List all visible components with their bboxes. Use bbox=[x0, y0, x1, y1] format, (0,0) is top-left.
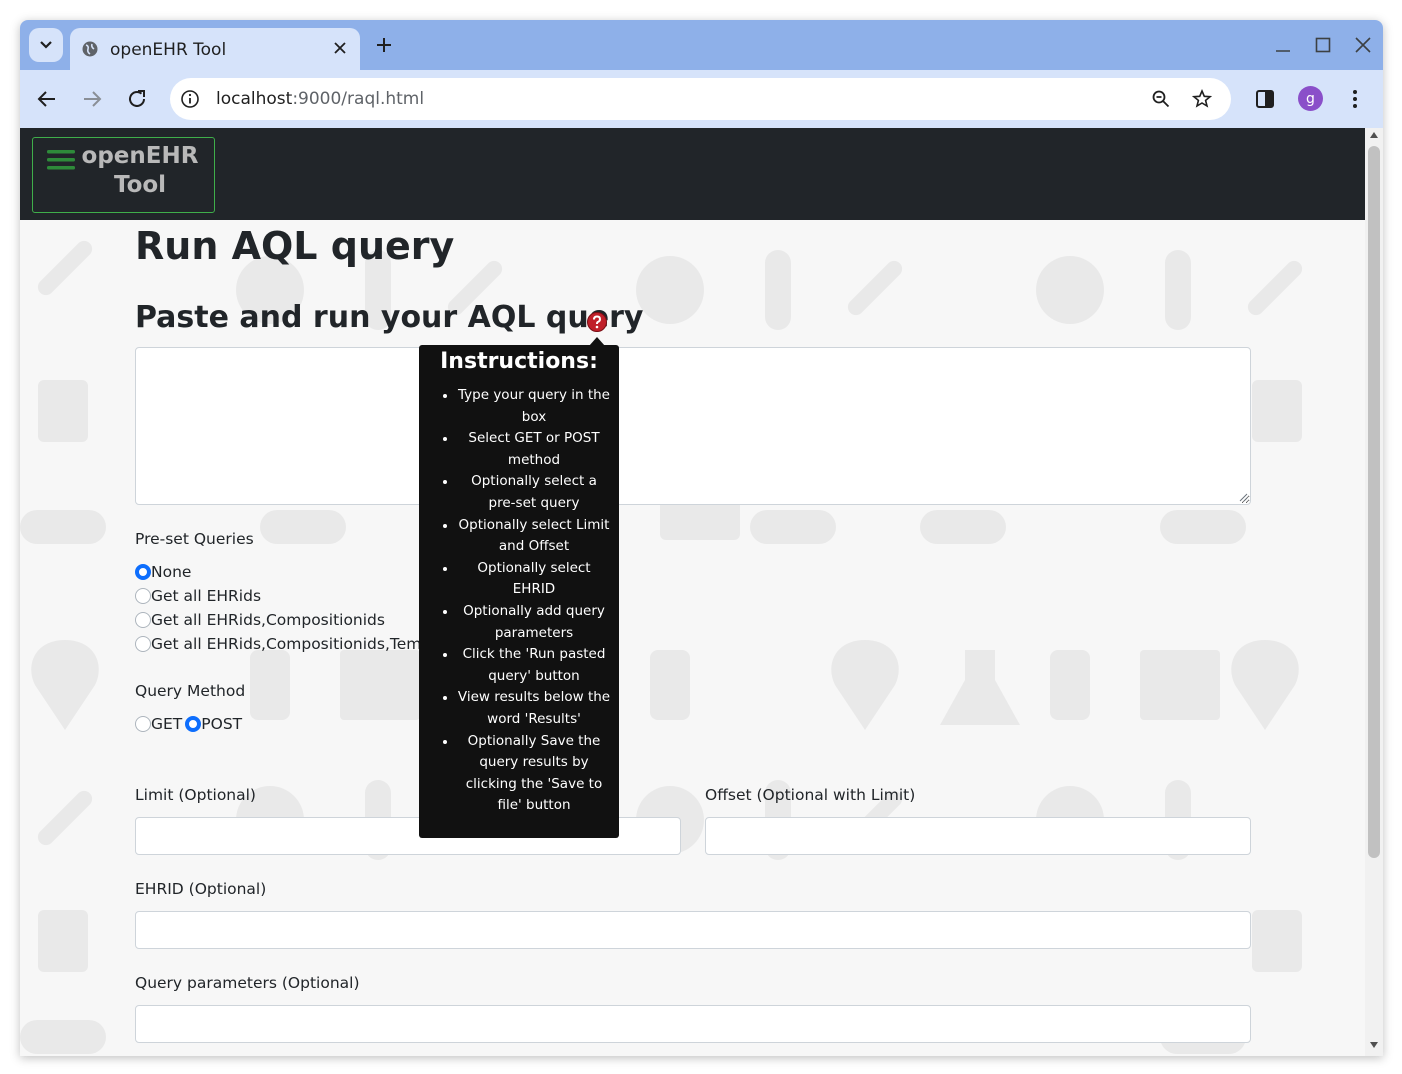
post-radio-button[interactable] bbox=[185, 716, 202, 732]
scroll-down-arrow-icon[interactable] bbox=[1370, 1042, 1378, 1048]
aql-query-textarea[interactable] bbox=[135, 347, 1251, 505]
preset-queries-label: Pre-set Queries bbox=[135, 530, 254, 548]
radio-button[interactable] bbox=[135, 564, 151, 580]
forward-arrow-icon[interactable] bbox=[81, 88, 103, 110]
instructions-tooltip: Instructions: Type your query in the box… bbox=[419, 345, 619, 838]
preset-option-ehrids[interactable]: Get all EHRids bbox=[135, 585, 261, 607]
query-method-label: Query Method bbox=[135, 682, 246, 700]
scrollbar-thumb[interactable] bbox=[1368, 146, 1380, 858]
globe-icon bbox=[82, 41, 98, 57]
get-radio-button[interactable] bbox=[135, 716, 151, 732]
bookmark-star-icon[interactable] bbox=[1192, 89, 1212, 109]
address-bar[interactable]: localhost:9000/raql.html bbox=[170, 78, 1231, 120]
more-menu-icon[interactable] bbox=[1344, 88, 1366, 110]
preset-option-ehrids-compositionids[interactable]: Get all EHRids,Compositionids bbox=[135, 609, 385, 631]
scroll-up-arrow-icon[interactable] bbox=[1370, 132, 1378, 138]
instruction-item: Type your query in the box bbox=[419, 385, 619, 428]
chevron-down-icon bbox=[40, 41, 52, 49]
minimize-icon[interactable] bbox=[1274, 36, 1292, 54]
maximize-icon[interactable] bbox=[1314, 36, 1332, 54]
browser-window: openEHR Tool localhost:9000/raql.html g … bbox=[20, 20, 1383, 1056]
close-window-icon[interactable] bbox=[1354, 36, 1372, 54]
url-path: :9000/raql.html bbox=[292, 89, 425, 109]
back-arrow-icon[interactable] bbox=[36, 88, 58, 110]
offset-label: Offset (Optional with Limit) bbox=[705, 786, 916, 804]
instruction-item: Click the 'Run pasted query' button bbox=[419, 644, 619, 687]
tab-title: openEHR Tool bbox=[110, 40, 227, 60]
site-info-icon[interactable] bbox=[180, 89, 200, 109]
side-panel-icon[interactable] bbox=[1254, 88, 1276, 110]
menu-toggle-button[interactable]: openEHR Tool bbox=[32, 137, 215, 213]
query-parameters-input[interactable] bbox=[135, 1005, 1251, 1043]
instruction-item: Optionally select Limit and Offset bbox=[419, 515, 619, 558]
instruction-item: Optionally select a pre-set query bbox=[419, 471, 619, 514]
tab-search-button[interactable] bbox=[29, 28, 63, 62]
section-title: Paste and run your AQL query bbox=[135, 300, 644, 335]
close-tab-icon[interactable] bbox=[332, 40, 348, 56]
browser-tab[interactable]: openEHR Tool bbox=[70, 28, 360, 70]
new-tab-icon[interactable] bbox=[375, 36, 393, 54]
page-viewport: openEHR Tool Run AQL query Paste and run… bbox=[20, 128, 1365, 1056]
instruction-item: View results below the word 'Results' bbox=[419, 687, 619, 730]
resize-grip-icon[interactable] bbox=[1238, 492, 1248, 502]
hamburger-menu-icon bbox=[47, 150, 75, 170]
page-scrollbar[interactable] bbox=[1365, 128, 1383, 1056]
method-options: GET POST bbox=[135, 713, 242, 735]
radio-label: None bbox=[151, 563, 192, 581]
query-parameters-label: Query parameters (Optional) bbox=[135, 974, 360, 992]
instructions-list: Type your query in the box Select GET or… bbox=[419, 385, 619, 817]
radio-button[interactable] bbox=[135, 612, 151, 628]
url-text: localhost:9000/raql.html bbox=[216, 89, 424, 109]
brand-line-2: Tool bbox=[113, 172, 167, 198]
offset-input[interactable] bbox=[705, 817, 1251, 855]
radio-button[interactable] bbox=[135, 636, 151, 652]
help-icon[interactable] bbox=[587, 312, 607, 332]
reload-icon[interactable] bbox=[126, 88, 148, 110]
instruction-item: Optionally select EHRID bbox=[419, 558, 619, 601]
app-navbar: openEHR Tool bbox=[20, 128, 1365, 220]
post-radio-label: POST bbox=[201, 715, 243, 733]
brand-title: openEHR Tool bbox=[81, 142, 199, 200]
ehrid-input[interactable] bbox=[135, 911, 1251, 949]
url-host: localhost bbox=[216, 89, 293, 109]
radio-button[interactable] bbox=[135, 588, 151, 604]
ehrid-label: EHRID (Optional) bbox=[135, 880, 267, 898]
get-radio-label: GET bbox=[151, 715, 183, 733]
brand-line-1: openEHR bbox=[81, 143, 199, 169]
tab-strip: openEHR Tool bbox=[20, 20, 1383, 70]
limit-label: Limit (Optional) bbox=[135, 786, 256, 804]
preset-option-none[interactable]: None bbox=[135, 561, 191, 583]
page-title: Run AQL query bbox=[135, 224, 455, 268]
instruction-item: Optionally add query parameters bbox=[419, 601, 619, 644]
instruction-item: Select GET or POST method bbox=[419, 428, 619, 471]
radio-label: Get all EHRids bbox=[151, 587, 262, 605]
browser-toolbar: localhost:9000/raql.html g bbox=[20, 70, 1383, 128]
radio-label: Get all EHRids,Compositionids bbox=[151, 611, 385, 629]
profile-avatar[interactable]: g bbox=[1298, 86, 1323, 111]
instruction-item: Optionally Save the query results by cli… bbox=[419, 731, 619, 817]
tooltip-title: Instructions: bbox=[440, 349, 598, 374]
zoom-icon[interactable] bbox=[1151, 89, 1171, 109]
